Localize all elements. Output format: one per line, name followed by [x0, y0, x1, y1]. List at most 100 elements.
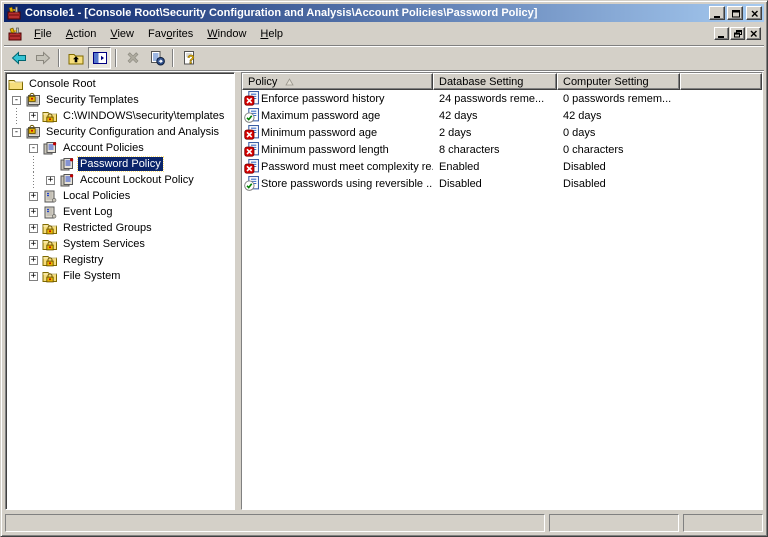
tree-item-account-policies[interactable]: - Account Policies — [8, 140, 232, 156]
close-button[interactable] — [746, 6, 762, 20]
help-icon: ? — [182, 50, 198, 66]
minimize-button[interactable] — [709, 6, 725, 20]
tree-item-system-services[interactable]: + System Services — [8, 236, 232, 252]
policy-row-store-passwords-reversible[interactable]: Store passwords using reversible ... Dis… — [242, 175, 762, 192]
policy-ok-icon — [244, 108, 259, 123]
expand-icon[interactable]: + — [29, 192, 38, 201]
folder-lock-icon — [42, 268, 58, 284]
menu-view[interactable]: View — [103, 25, 141, 43]
tree-expander[interactable]: + — [25, 236, 42, 252]
tree-expander[interactable]: + — [42, 172, 59, 188]
tree-item-label[interactable]: C:\WINDOWS\security\templates — [61, 109, 226, 123]
collapse-icon[interactable]: - — [29, 144, 38, 153]
tree-expander[interactable]: + — [25, 204, 42, 220]
tree-item-event-log[interactable]: + Event Log — [8, 204, 232, 220]
child-restore-button[interactable] — [730, 27, 745, 40]
sort-ascending-icon — [285, 78, 294, 86]
tree-item-label[interactable]: System Services — [61, 237, 147, 251]
expand-icon[interactable]: + — [29, 256, 38, 265]
tree-expander[interactable]: - — [8, 92, 25, 108]
tree-item-account-lockout-policy[interactable]: + Account Lockout Policy — [8, 172, 232, 188]
export-list-button[interactable] — [145, 47, 168, 69]
tree-item-label[interactable]: Security Configuration and Analysis — [44, 125, 221, 139]
expand-icon[interactable]: + — [46, 176, 55, 185]
security-database-icon — [25, 92, 41, 108]
menu-action[interactable]: Action — [59, 25, 104, 43]
delete-button[interactable] — [121, 47, 144, 69]
menu-favorites[interactable]: Favorites — [141, 25, 200, 43]
tree-item-restricted-groups[interactable]: + Restricted Groups — [8, 220, 232, 236]
tree-item-password-policy[interactable]: Password Policy — [8, 156, 232, 172]
tree-item-console-root[interactable]: Console Root — [8, 76, 232, 92]
policy-row-enforce-password-history[interactable]: Enforce password history 24 passwords re… — [242, 90, 762, 107]
tree-item-label[interactable]: Local Policies — [61, 189, 132, 203]
child-window-icon[interactable] — [7, 26, 23, 42]
help-button[interactable]: ? — [178, 47, 201, 69]
console-tree-pane[interactable]: Console Root - Security Templates + C:\ — [5, 72, 235, 510]
tree-item-label[interactable]: File System — [61, 269, 122, 283]
menu-help[interactable]: Help — [253, 25, 290, 43]
tree-item-local-policies[interactable]: + Local Policies — [8, 188, 232, 204]
forward-button[interactable] — [31, 47, 54, 69]
tree-item-label[interactable]: Account Policies — [61, 141, 146, 155]
child-close-button[interactable] — [746, 27, 761, 40]
menu-file[interactable]: File — [27, 25, 59, 43]
tree-expander[interactable]: + — [25, 268, 42, 284]
tree-expander[interactable]: - — [25, 140, 42, 156]
database-setting-value: 42 days — [433, 110, 557, 122]
tree-guide — [8, 172, 25, 188]
tree-item-label[interactable]: Security Templates — [44, 93, 141, 107]
tree-item-label[interactable]: Event Log — [61, 205, 115, 219]
tree-item-label[interactable]: Registry — [61, 253, 105, 267]
console-tree: Console Root - Security Templates + C:\ — [8, 75, 232, 284]
column-header-label: Computer Setting — [563, 76, 649, 88]
policy-row-minimum-password-length[interactable]: Minimum password length 8 characters 0 c… — [242, 141, 762, 158]
tree-item-label[interactable]: Account Lockout Policy — [78, 173, 196, 187]
result-list-pane[interactable]: Policy Database Setting Computer Setting — [241, 72, 763, 510]
titlebar[interactable]: Console1 - [Console Root\Security Config… — [4, 4, 764, 22]
policy-name: Minimum password length — [261, 144, 389, 156]
column-header-empty[interactable] — [680, 73, 762, 90]
toolbar-separator — [172, 49, 174, 67]
maximize-button[interactable] — [727, 6, 743, 20]
tree-expander[interactable]: + — [25, 108, 42, 124]
expand-icon[interactable]: + — [29, 208, 38, 217]
expand-icon[interactable]: + — [29, 240, 38, 249]
list-header: Policy Database Setting Computer Setting — [242, 73, 762, 90]
expand-icon[interactable]: + — [29, 224, 38, 233]
child-minimize-button[interactable] — [714, 27, 729, 40]
tree-expander[interactable]: + — [25, 188, 42, 204]
tree-item-security-templates[interactable]: - Security Templates — [8, 92, 232, 108]
tree-item-registry[interactable]: + Registry — [8, 252, 232, 268]
policy-row-minimum-password-age[interactable]: Minimum password age 2 days 0 days — [242, 124, 762, 141]
up-one-level-button[interactable] — [64, 47, 87, 69]
folder-lock-icon — [42, 252, 58, 268]
column-header-computer-setting[interactable]: Computer Setting — [557, 73, 680, 90]
collapse-icon[interactable]: - — [12, 128, 21, 137]
back-button[interactable] — [7, 47, 30, 69]
tree-item-security-configuration-and-analysis[interactable]: - Security Configuration and Analysis — [8, 124, 232, 140]
tree-expander[interactable]: - — [8, 124, 25, 140]
tree-expander[interactable]: + — [25, 220, 42, 236]
tree-item-label[interactable]: Restricted Groups — [61, 221, 154, 235]
tree-guide — [8, 268, 25, 284]
column-header-database-setting[interactable]: Database Setting — [433, 73, 557, 90]
tree-item-label[interactable]: Password Policy — [78, 157, 163, 171]
policy-row-password-complexity[interactable]: Password must meet complexity re... Enab… — [242, 158, 762, 175]
list-body[interactable]: Enforce password history 24 passwords re… — [242, 90, 762, 509]
column-header-policy[interactable]: Policy — [242, 73, 433, 90]
policy-row-maximum-password-age[interactable]: Maximum password age 42 days 42 days — [242, 107, 762, 124]
tree-item-templates-path[interactable]: + C:\WINDOWS\security\templates — [8, 108, 232, 124]
show-hide-console-tree-button[interactable] — [88, 47, 111, 69]
server-policy-icon — [42, 204, 58, 220]
window-title: Console1 - [Console Root\Security Config… — [25, 7, 706, 19]
menu-window[interactable]: Window — [200, 25, 253, 43]
tree-expander[interactable]: + — [25, 252, 42, 268]
policy-icon — [59, 172, 75, 188]
tree-item-label[interactable]: Console Root — [27, 77, 98, 91]
expand-icon[interactable]: + — [29, 112, 38, 121]
console-app-icon[interactable] — [6, 5, 22, 21]
tree-item-file-system[interactable]: + File System — [8, 268, 232, 284]
expand-icon[interactable]: + — [29, 272, 38, 281]
collapse-icon[interactable]: - — [12, 96, 21, 105]
